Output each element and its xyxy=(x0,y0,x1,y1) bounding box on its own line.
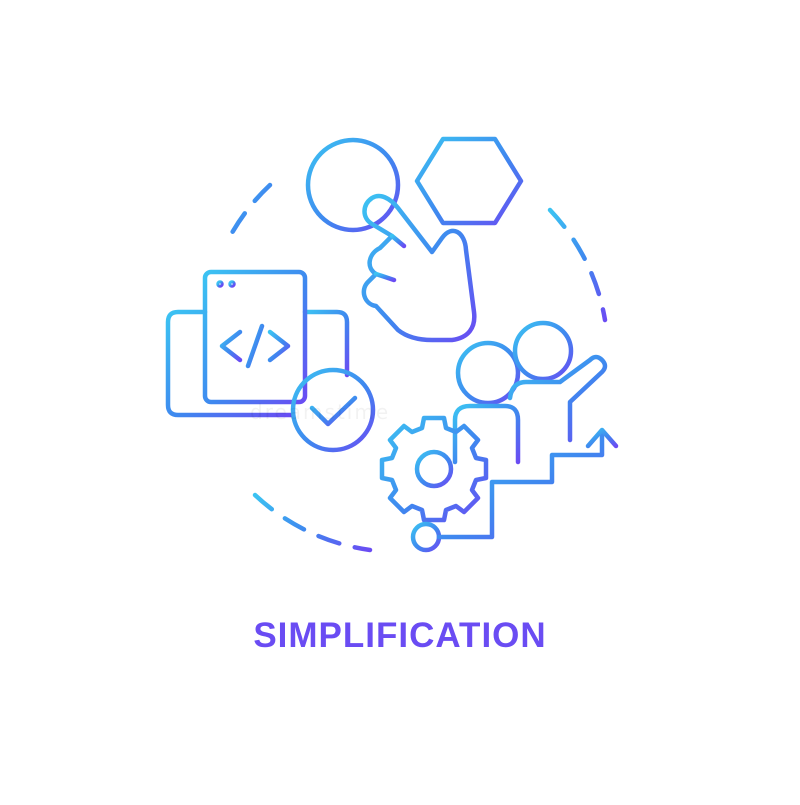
watermark: dreamstime xyxy=(250,400,391,424)
pointing-hand-icon xyxy=(361,193,477,343)
gear-icon xyxy=(379,415,489,523)
simplification-illustration: dreamstime SIMPLIFICATION xyxy=(0,0,800,800)
hexagon-shape-icon xyxy=(414,136,524,226)
hand-knuckle-line-1 xyxy=(389,233,407,249)
caption-title: SIMPLIFICATION xyxy=(253,616,547,655)
illustration-svg xyxy=(165,136,619,553)
code-window-icon xyxy=(202,269,308,405)
growth-steps-arrow-icon xyxy=(410,427,619,553)
circle-shape-icon xyxy=(305,137,401,233)
dashed-circle-frame xyxy=(225,182,608,553)
hand-knuckle-line-2 xyxy=(373,271,397,283)
